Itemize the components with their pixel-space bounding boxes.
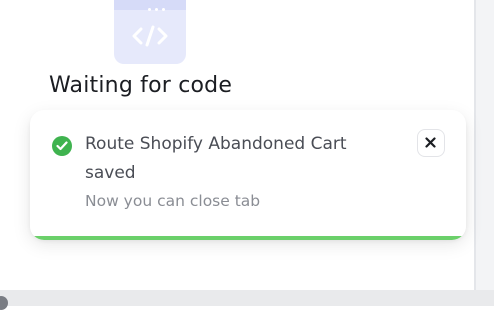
toast-subtitle: Now you can close tab (85, 192, 261, 210)
bottom-avatar-dot (0, 296, 8, 310)
page-title: Waiting for code (49, 73, 233, 98)
check-circle-icon (52, 136, 72, 156)
toast-title: Route Shopify Abandoned Cart saved (85, 134, 347, 183)
code-illustration (114, 0, 186, 64)
right-scroll-gutter (476, 0, 494, 306)
code-brackets-icon (132, 25, 168, 47)
close-icon (425, 137, 436, 148)
toast-progress-bar (30, 236, 466, 240)
save-toast: Route Shopify Abandoned Cart saved Now y… (30, 110, 466, 240)
close-toast-button[interactable] (417, 129, 445, 157)
bottom-bar (0, 290, 494, 306)
